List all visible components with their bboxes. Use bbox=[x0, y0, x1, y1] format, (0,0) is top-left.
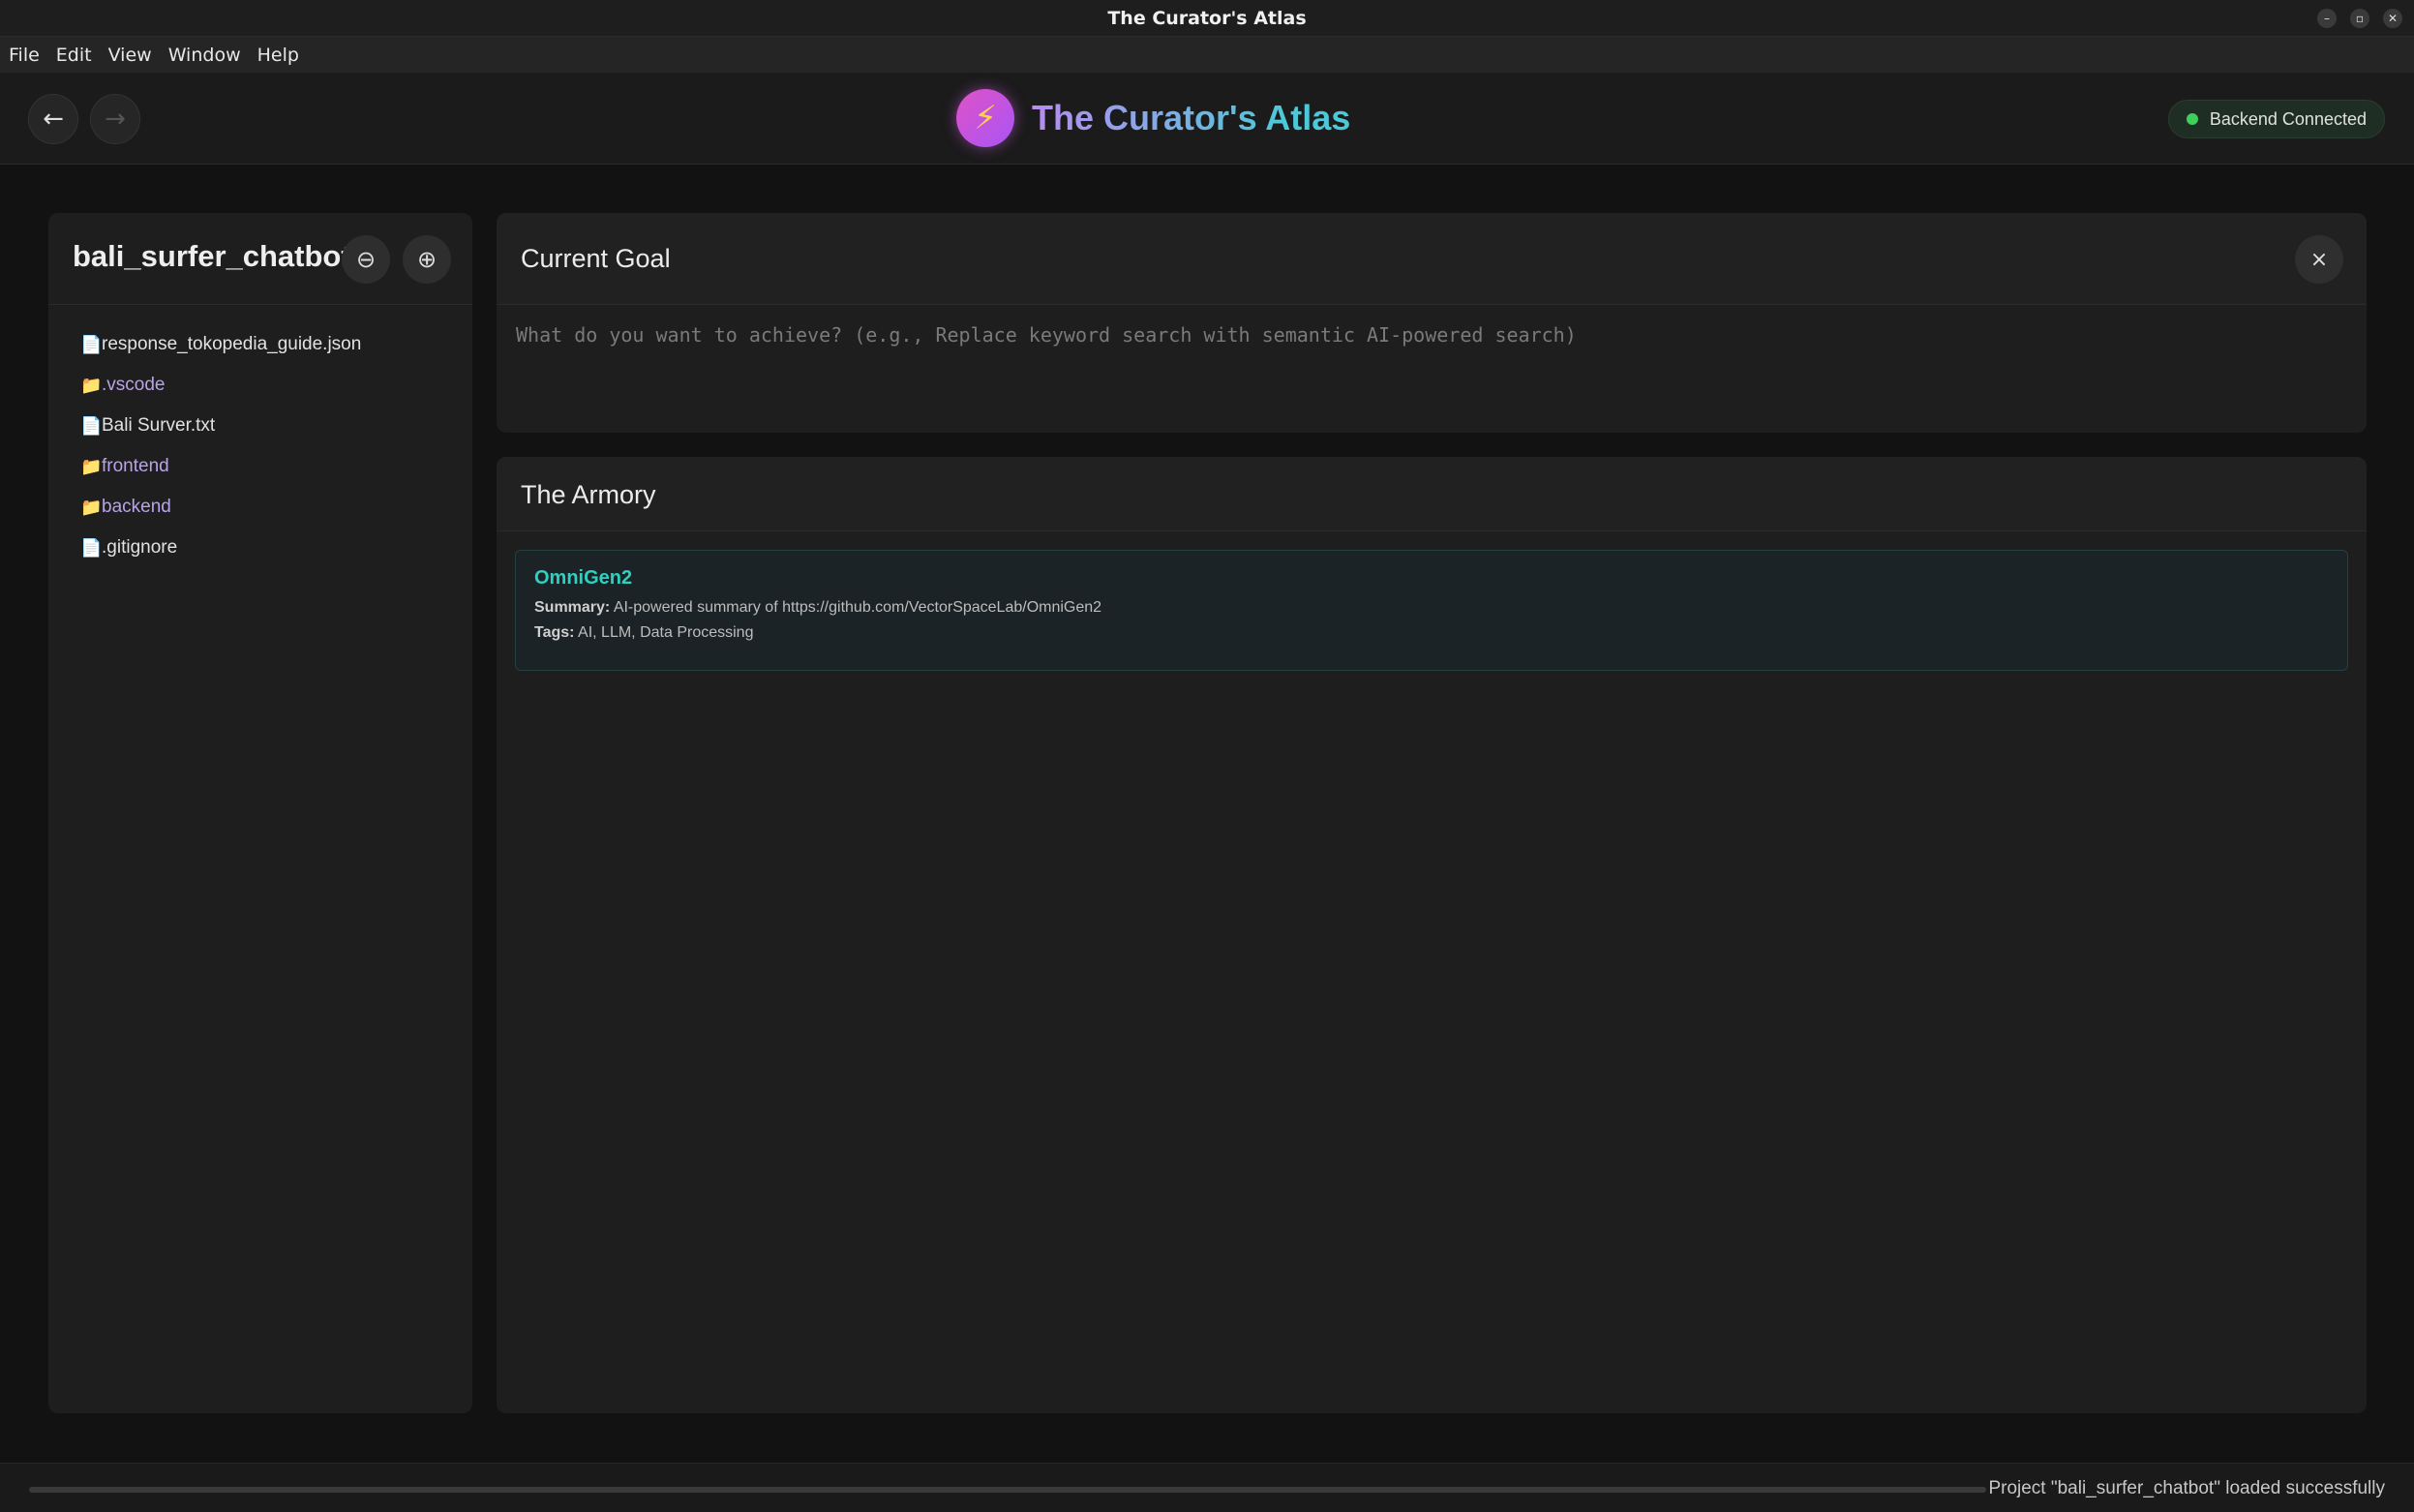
progress-bar bbox=[29, 1487, 1986, 1493]
tree-item-frontend[interactable]: 📁 frontend bbox=[48, 446, 472, 487]
tool-card-omnigen2[interactable]: OmniGen2 Summary: AI-powered summary of … bbox=[515, 550, 2348, 671]
summary-label: Summary: bbox=[534, 599, 611, 616]
window-titlebar: The Curator's Atlas – ▫ ✕ bbox=[0, 0, 2414, 37]
folder-icon: 📁 bbox=[80, 375, 103, 396]
tree-item-label: Bali Surver.txt bbox=[102, 415, 216, 436]
file-icon: 📄 bbox=[80, 334, 103, 355]
brand: ⚡ The Curator's Atlas bbox=[956, 89, 1350, 147]
file-icon: 📄 bbox=[80, 415, 103, 437]
tree-item-bali-surver[interactable]: 📄 Bali Surver.txt bbox=[48, 406, 472, 446]
status-text: Backend Connected bbox=[2209, 108, 2367, 129]
file-tree: 📄 response_tokopedia_guide.json 📁 .vscod… bbox=[48, 305, 472, 568]
expand-icon: ⊕ bbox=[416, 246, 438, 273]
expand-all-button[interactable]: ⊕ bbox=[403, 235, 451, 284]
lightning-icon: ⚡ bbox=[974, 99, 997, 137]
back-button[interactable]: ← bbox=[28, 94, 78, 144]
goal-panel-title: Current Goal bbox=[521, 244, 671, 273]
tool-tags: Tags: AI, LLM, Data Processing bbox=[534, 624, 2329, 642]
forward-button[interactable]: → bbox=[90, 94, 140, 144]
folder-icon: 📁 bbox=[80, 456, 103, 477]
minimize-icon[interactable]: – bbox=[2317, 9, 2337, 28]
close-window-icon[interactable]: ✕ bbox=[2383, 9, 2402, 28]
file-icon: 📄 bbox=[80, 537, 103, 559]
progress-fill bbox=[29, 1487, 1986, 1493]
app-title: The Curator's Atlas bbox=[1032, 98, 1351, 137]
collapse-icon: ⊖ bbox=[355, 246, 377, 273]
sidebar-header: bali_surfer_chatbot ⊖ ⊕ bbox=[48, 213, 472, 305]
tree-item-label: .vscode bbox=[102, 375, 166, 395]
menu-view[interactable]: View bbox=[107, 45, 153, 66]
maximize-icon[interactable]: ▫ bbox=[2350, 9, 2369, 28]
tags-label: Tags: bbox=[534, 624, 575, 641]
tree-item-vscode[interactable]: 📁 .vscode bbox=[48, 365, 472, 406]
arrow-right-icon: → bbox=[105, 105, 126, 134]
close-icon: × bbox=[2309, 247, 2329, 272]
window-title: The Curator's Atlas bbox=[1107, 7, 1307, 29]
tree-item-backend[interactable]: 📁 backend bbox=[48, 487, 472, 528]
project-name: bali_surfer_chatbot bbox=[73, 239, 351, 273]
tool-summary: Summary: AI-powered summary of https://g… bbox=[534, 599, 2329, 617]
goal-input[interactable] bbox=[516, 323, 2345, 410]
summary-text: AI-powered summary of https://github.com… bbox=[613, 599, 1102, 616]
armory-panel-header: The Armory bbox=[497, 457, 2367, 531]
menu-edit[interactable]: Edit bbox=[55, 45, 93, 66]
tags-text: AI, LLM, Data Processing bbox=[578, 624, 754, 641]
project-sidebar: bali_surfer_chatbot ⊖ ⊕ 📄 response_tokop… bbox=[48, 213, 472, 1413]
tree-item-label: backend bbox=[102, 497, 171, 517]
tree-item-response-tokopedia-guide[interactable]: 📄 response_tokopedia_guide.json bbox=[48, 324, 472, 365]
footer-status-message: Project "bali_surfer_chatbot" loaded suc… bbox=[1988, 1478, 2385, 1498]
tree-item-gitignore[interactable]: 📄 .gitignore bbox=[48, 528, 472, 568]
app-header: ← → ⚡ The Curator's Atlas Backend Connec… bbox=[0, 73, 2414, 165]
status-footer: Project "bali_surfer_chatbot" loaded suc… bbox=[0, 1463, 2414, 1512]
window-controls: – ▫ ✕ bbox=[2317, 9, 2402, 28]
arrow-left-icon: ← bbox=[43, 105, 64, 134]
tree-item-label: response_tokopedia_guide.json bbox=[102, 334, 362, 354]
menu-window[interactable]: Window bbox=[167, 45, 242, 66]
backend-status-badge: Backend Connected bbox=[2167, 100, 2385, 138]
menu-file[interactable]: File bbox=[8, 45, 41, 66]
goal-panel-header: Current Goal × bbox=[497, 213, 2367, 305]
menu-help[interactable]: Help bbox=[256, 45, 300, 66]
tree-item-label: frontend bbox=[102, 456, 169, 476]
close-goal-button[interactable]: × bbox=[2295, 235, 2343, 284]
menu-bar: File Edit View Window Help bbox=[0, 37, 2414, 73]
collapse-all-button[interactable]: ⊖ bbox=[342, 235, 390, 284]
lightning-logo-icon: ⚡ bbox=[956, 89, 1014, 147]
tree-item-label: .gitignore bbox=[102, 537, 178, 558]
tool-name[interactable]: OmniGen2 bbox=[534, 567, 2329, 590]
status-dot-icon bbox=[2186, 113, 2198, 125]
armory-panel: The Armory OmniGen2 Summary: AI-powered … bbox=[497, 457, 2367, 1413]
current-goal-panel: Current Goal × bbox=[497, 213, 2367, 433]
armory-panel-title: The Armory bbox=[521, 480, 656, 509]
folder-icon: 📁 bbox=[80, 497, 103, 518]
